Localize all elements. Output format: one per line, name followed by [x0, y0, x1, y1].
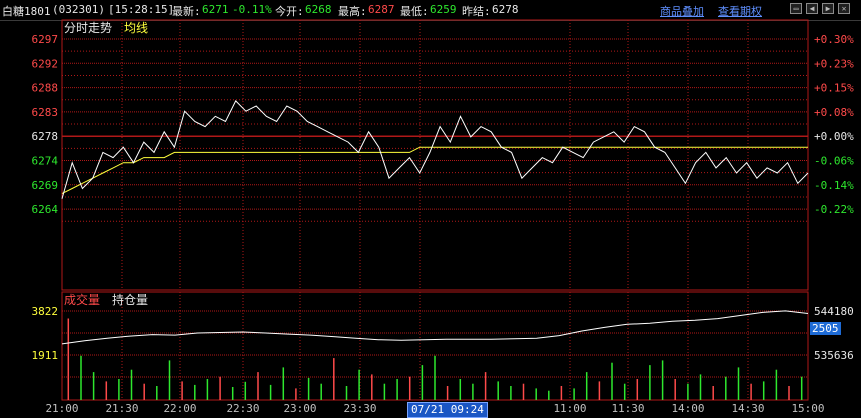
- price-panel-frame: [61, 19, 809, 291]
- percent-tick-label: +0.00%: [814, 130, 854, 143]
- price-line: [61, 100, 809, 199]
- avg-label: 均线: [124, 21, 148, 35]
- percent-tick-label: +0.15%: [814, 82, 854, 95]
- percent-tick-label: -0.14%: [814, 179, 854, 192]
- percent-tick-label: +0.08%: [814, 106, 854, 119]
- time-axis-label: 22:00: [163, 402, 196, 415]
- price-tick-label: 6297: [32, 33, 59, 46]
- price-tick-label: 6264: [32, 203, 59, 216]
- time-axis-label: 15:00: [791, 402, 824, 415]
- time-axis-label: 23:00: [283, 402, 316, 415]
- price-tick-label: 6274: [32, 155, 59, 168]
- oi-tick-high: 544180: [814, 305, 854, 318]
- open-interest-line: [61, 310, 809, 345]
- volume-tick-mid: 1911: [32, 349, 59, 362]
- time-axis-label: 11:30: [611, 402, 644, 415]
- percent-tick-label: +0.30%: [814, 33, 854, 46]
- price-tick-label: 6269: [32, 179, 59, 192]
- percent-tick-label: -0.22%: [814, 203, 854, 216]
- volume-label: 成交量: [64, 292, 100, 307]
- time-axis-label: 23:30: [343, 402, 376, 415]
- volume-tick-high: 3822: [32, 305, 59, 318]
- time-axis-label: 11:00: [553, 402, 586, 415]
- price-tick-label: 6288: [32, 82, 59, 95]
- time-axis-label: 14:00: [671, 402, 704, 415]
- percent-tick-label: +0.23%: [814, 57, 854, 70]
- price-tick-label: 6283: [32, 106, 59, 119]
- price-tick-label: 6292: [32, 57, 59, 70]
- oi-tick-low: 535636: [814, 349, 854, 362]
- time-axis-label: 21:30: [105, 402, 138, 415]
- time-axis-label: 14:30: [731, 402, 764, 415]
- price-tick-label: 6278: [32, 130, 59, 143]
- average-price-line: [61, 146, 808, 195]
- open-interest-tag: 2505: [810, 322, 841, 335]
- intraday-chart[interactable]: 6297 +0.30% 6292 +0.23% 6288 +0.15% 6283 +0.08%…: [0, 0, 861, 416]
- open-interest-label: 持仓量: [112, 292, 148, 307]
- time-axis-label: 22:30: [226, 402, 259, 415]
- percent-tick-label: -0.06%: [814, 155, 854, 168]
- trend-label: 分时走势: [64, 21, 112, 35]
- time-axis-label: 21:00: [45, 402, 78, 415]
